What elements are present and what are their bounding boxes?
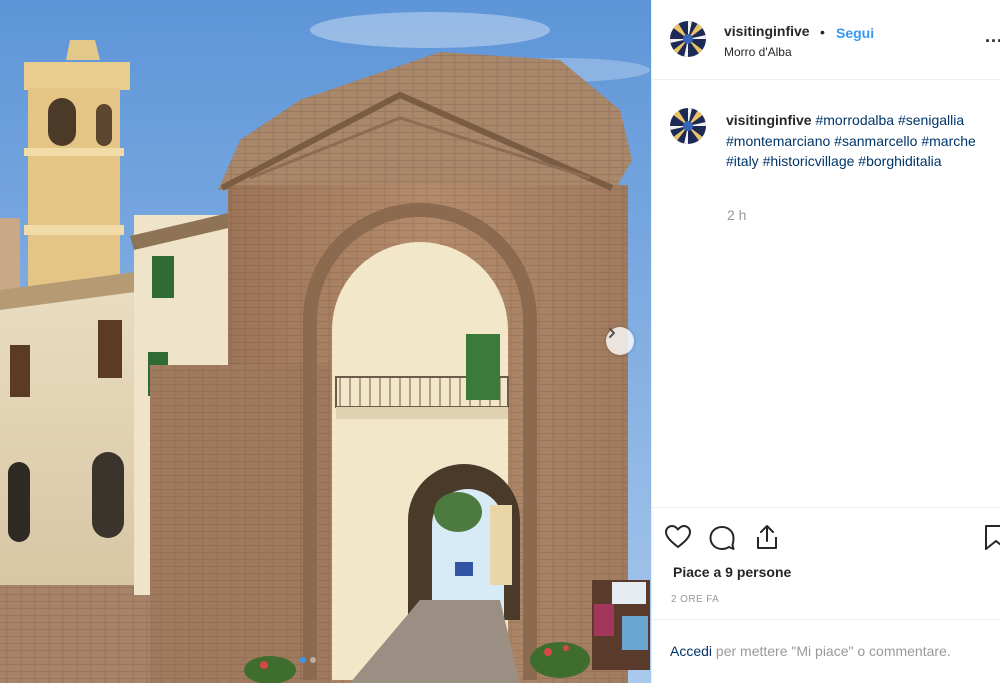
photo-image — [0, 0, 651, 683]
hashtag-link[interactable]: #morrodalba — [815, 112, 894, 128]
caption-username[interactable]: visitinginfive — [726, 112, 812, 128]
action-bar: Piace a 9 persone 2 ORE FA — [652, 507, 1000, 619]
follow-button[interactable]: Segui — [836, 25, 874, 41]
chevron-right-icon — [609, 328, 615, 338]
header-bullet: • — [820, 24, 825, 40]
carousel-next-button[interactable] — [606, 327, 634, 355]
carousel-dot-2 — [310, 657, 316, 663]
comments-area: visitinginfive #morrodalba #senigallia #… — [652, 81, 1000, 506]
hashtag-link[interactable]: #senigallia — [898, 112, 964, 128]
avatar-image — [670, 108, 706, 144]
caption-timestamp[interactable]: 2 h — [727, 207, 746, 223]
share-icon — [757, 525, 777, 549]
avatar-image — [670, 21, 706, 57]
save-button[interactable] — [981, 522, 1000, 552]
caption-text: visitinginfive #morrodalba #senigallia #… — [726, 110, 996, 172]
login-prompt-text: per mettere "Mi piace" o commentare. — [712, 643, 951, 659]
bookmark-icon — [985, 525, 1000, 550]
heart-icon — [665, 525, 691, 548]
hashtag-link[interactable]: #italy — [726, 153, 759, 169]
comment-button[interactable] — [707, 522, 737, 552]
hashtag-link[interactable]: #borghiditalia — [858, 153, 941, 169]
more-options-icon[interactable]: ... — [985, 26, 1000, 47]
caption-avatar[interactable] — [670, 108, 706, 144]
like-button[interactable] — [663, 522, 693, 552]
post-timestamp[interactable]: 2 ORE FA — [671, 594, 719, 605]
likes-count[interactable]: Piace a 9 persone — [673, 564, 791, 580]
post-header: visitinginfive • Segui Morro d'Alba ... — [652, 0, 1000, 80]
header-username[interactable]: visitinginfive — [724, 23, 810, 39]
carousel-indicator — [300, 657, 316, 663]
location-link[interactable]: Morro d'Alba — [724, 45, 792, 59]
login-link[interactable]: Accedi — [670, 643, 712, 659]
hashtag-link[interactable]: #historicvillage — [763, 153, 855, 169]
avatar[interactable] — [670, 21, 706, 57]
comment-icon — [709, 526, 735, 550]
login-prompt: Accedi per mettere "Mi piace" o commenta… — [652, 619, 1000, 683]
share-button[interactable] — [752, 522, 782, 552]
carousel-dot-1 — [300, 657, 306, 663]
post-side-panel: visitinginfive • Segui Morro d'Alba ... … — [651, 0, 1000, 683]
hashtag-link[interactable]: #montemarciano — [726, 133, 830, 149]
hashtag-link[interactable]: #marche — [921, 133, 975, 149]
hashtag-link[interactable]: #sanmarcello — [834, 133, 917, 149]
post-photo[interactable] — [0, 0, 651, 683]
